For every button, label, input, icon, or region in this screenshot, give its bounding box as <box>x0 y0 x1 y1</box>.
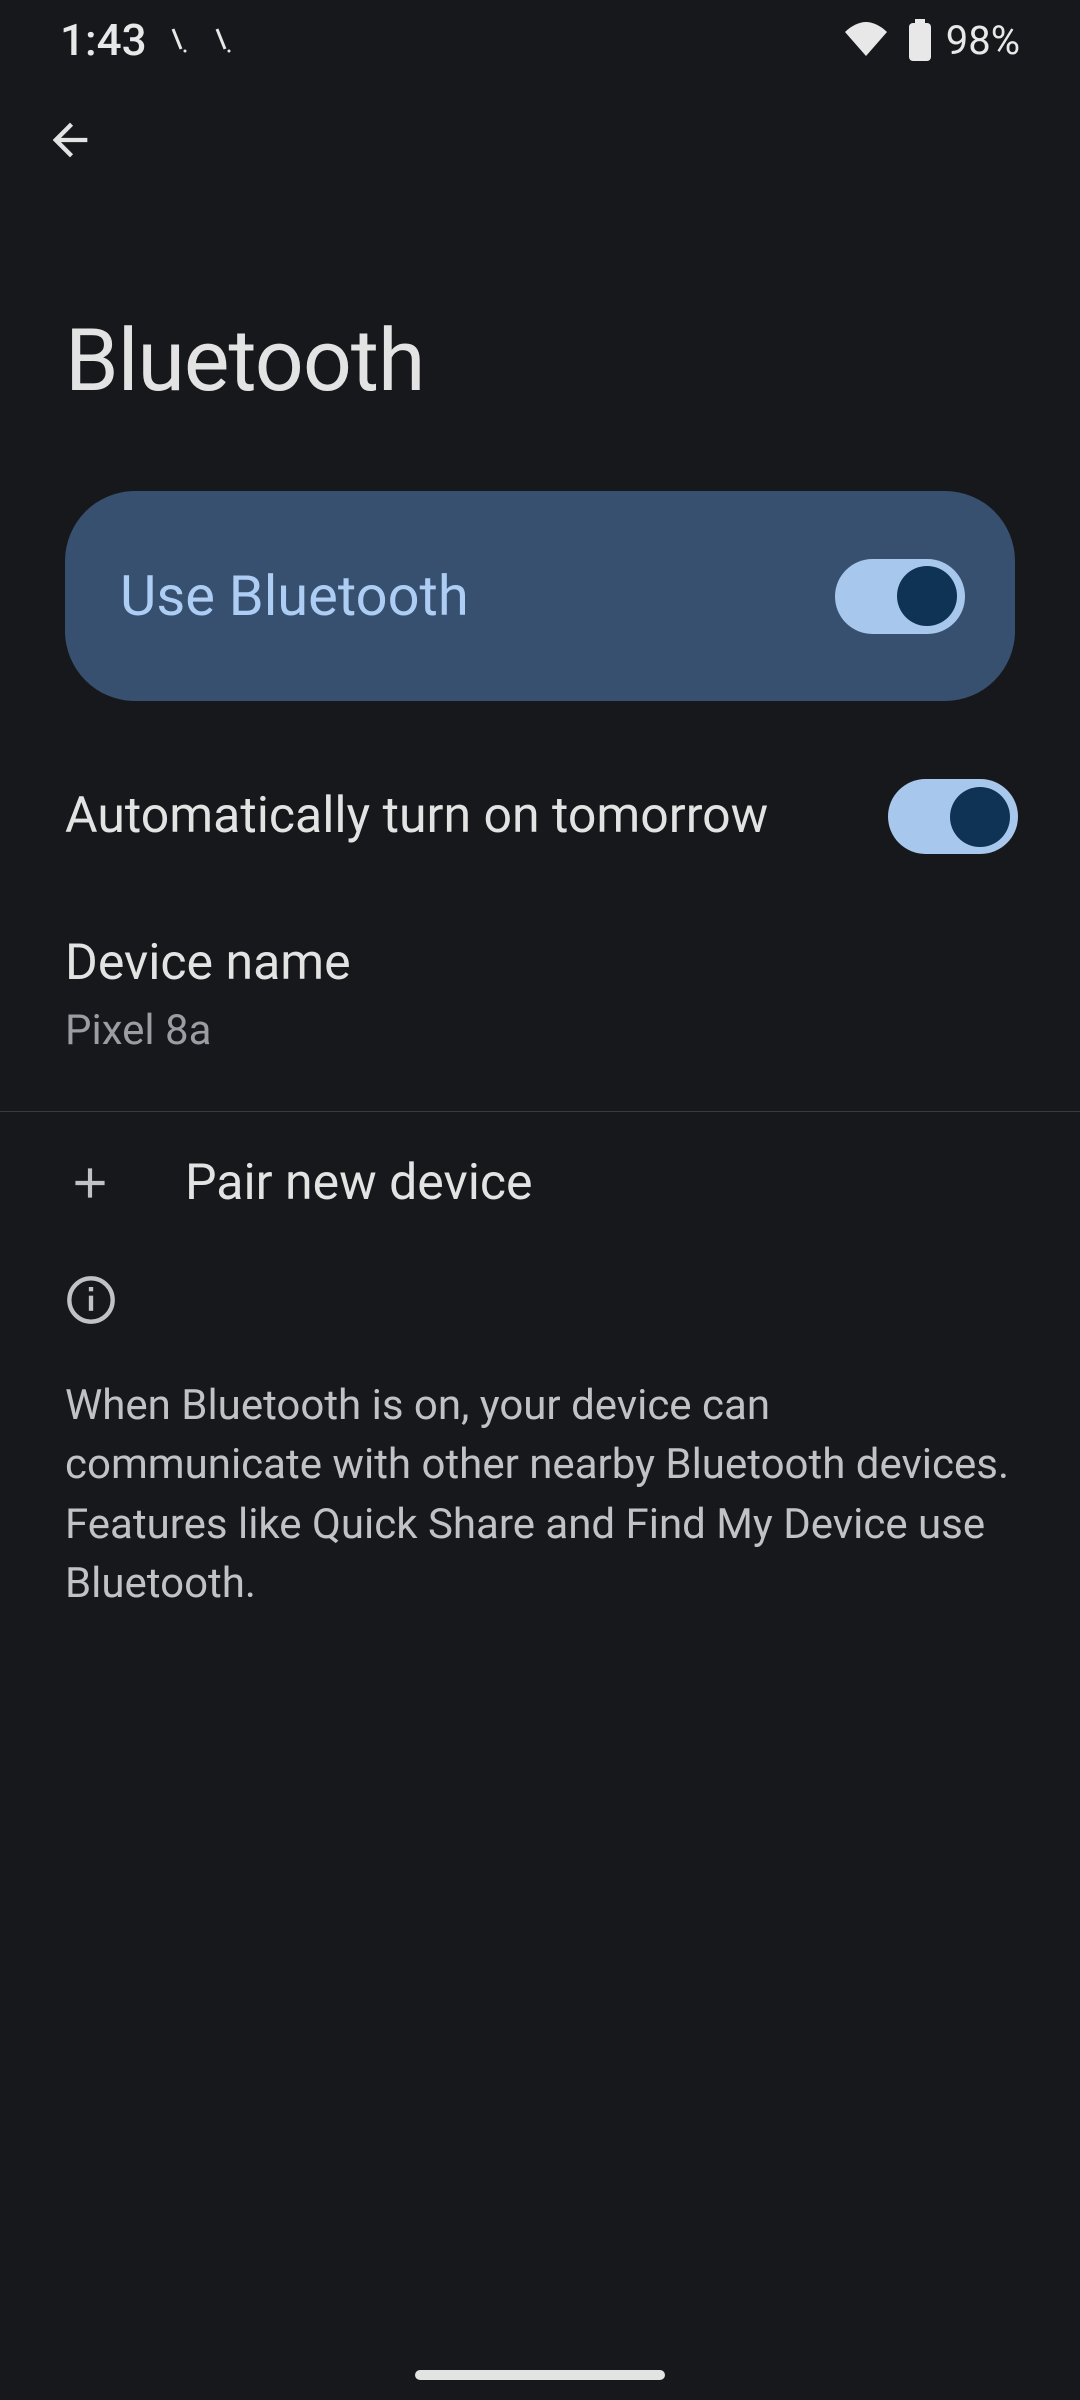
status-notification-icon <box>211 25 235 55</box>
setting-text: Device name Pixel 8a <box>65 930 1018 1055</box>
info-section: When Bluetooth is on, your device can co… <box>0 1254 1080 1615</box>
plus-icon <box>65 1158 115 1208</box>
device-name-row[interactable]: Device name Pixel 8a <box>0 892 1080 1093</box>
back-button[interactable] <box>30 100 110 180</box>
use-bluetooth-label: Use Bluetooth <box>120 563 469 629</box>
pair-new-device-label: Pair new device <box>185 1154 533 1212</box>
battery-percent: 98% <box>946 17 1020 64</box>
arrow-left-icon <box>44 114 96 166</box>
use-bluetooth-card[interactable]: Use Bluetooth <box>65 491 1015 701</box>
wifi-icon <box>843 22 889 58</box>
info-icon <box>65 1274 117 1326</box>
device-name-title: Device name <box>65 930 1018 998</box>
auto-turn-on-title: Automatically turn on tomorrow <box>65 783 888 851</box>
battery-icon <box>907 19 933 61</box>
use-bluetooth-toggle[interactable] <box>835 559 965 634</box>
page-title: Bluetooth <box>0 200 1080 491</box>
status-notification-icon <box>167 25 191 55</box>
device-name-value: Pixel 8a <box>65 1006 1018 1055</box>
settings-list: Automatically turn on tomorrow Device na… <box>0 701 1080 1614</box>
status-time: 1:43 <box>60 14 147 66</box>
info-text: When Bluetooth is on, your device can co… <box>65 1376 1015 1615</box>
status-left: 1:43 <box>60 14 235 66</box>
status-right: 98% <box>843 17 1020 64</box>
auto-turn-on-toggle[interactable] <box>888 779 1018 854</box>
status-bar: 1:43 98% <box>0 0 1080 80</box>
toggle-thumb <box>950 787 1010 847</box>
setting-text: Automatically turn on tomorrow <box>65 783 888 851</box>
toggle-thumb <box>897 566 957 626</box>
pair-new-device-row[interactable]: Pair new device <box>0 1112 1080 1254</box>
toolbar <box>0 80 1080 200</box>
navigation-pill[interactable] <box>415 2370 665 2380</box>
auto-turn-on-row[interactable]: Automatically turn on tomorrow <box>0 741 1080 892</box>
